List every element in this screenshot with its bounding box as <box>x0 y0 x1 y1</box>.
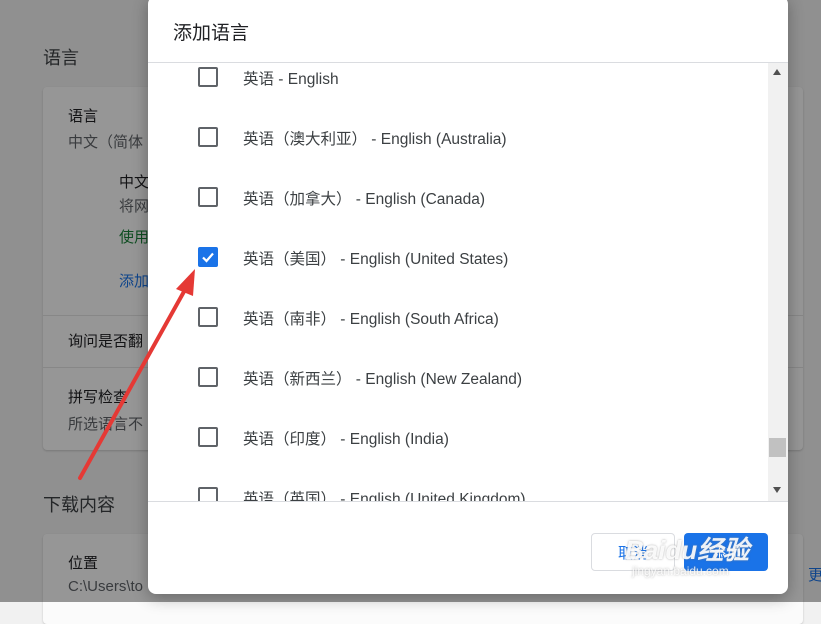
checkbox[interactable] <box>198 307 218 327</box>
checkbox[interactable] <box>198 367 218 387</box>
language-option-label: 英语（加拿大） - English (Canada) <box>243 191 486 208</box>
language-list[interactable]: 英语 - English 英语（澳大利亚） - English (Austral… <box>148 63 768 501</box>
checkbox[interactable] <box>198 67 218 87</box>
baidu-watermark-url: jingyan.baidu.com <box>632 564 729 578</box>
language-option-english-united-states[interactable]: 英语（美国） - English (United States) <box>148 227 768 287</box>
language-option-label: 英语（南非） - English (South Africa) <box>243 311 499 328</box>
checkbox[interactable] <box>198 427 218 447</box>
checkbox[interactable] <box>198 187 218 207</box>
language-option-english-india[interactable]: 英语（印度） - English (India) <box>148 407 768 467</box>
baidu-watermark-logo: Baidu经验 <box>625 535 750 565</box>
checkmark-icon <box>202 252 214 263</box>
language-option-english-new-zealand[interactable]: 英语（新西兰） - English (New Zealand) <box>148 347 768 407</box>
language-option-english-south-africa[interactable]: 英语（南非） - English (South Africa) <box>148 287 768 347</box>
scroll-down-arrow-icon[interactable] <box>773 487 781 493</box>
language-option-label: 英语（美国） - English (United States) <box>243 251 509 268</box>
language-option-label: 英语（英国） - English (United Kingdom) <box>243 491 526 501</box>
language-option-label: 英语（印度） - English (India) <box>243 431 449 448</box>
add-languages-dialog: 添加语言 英语 - English 英语（澳大利亚） - English (Au… <box>148 0 788 594</box>
checkbox[interactable] <box>198 487 218 501</box>
scroll-up-arrow-icon[interactable] <box>773 69 781 75</box>
dialog-title: 添加语言 <box>173 23 250 44</box>
language-option-english[interactable]: 英语 - English <box>148 63 768 107</box>
language-option-english-canada[interactable]: 英语（加拿大） - English (Canada) <box>148 167 768 227</box>
language-option-english-united-kingdom[interactable]: 英语（英国） - English (United Kingdom) <box>148 467 768 501</box>
checkbox[interactable] <box>198 127 218 147</box>
language-option-label: 英语（澳大利亚） - English (Australia) <box>243 131 507 148</box>
checkbox-checked[interactable] <box>198 247 218 267</box>
scrollbar-thumb[interactable] <box>769 438 786 457</box>
language-option-label: 英语（新西兰） - English (New Zealand) <box>243 371 523 388</box>
language-option-english-australia[interactable]: 英语（澳大利亚） - English (Australia) <box>148 107 768 167</box>
language-option-label: 英语 - English <box>243 71 339 88</box>
dialog-footer-divider <box>148 501 788 502</box>
list-scrollbar[interactable] <box>768 63 788 501</box>
